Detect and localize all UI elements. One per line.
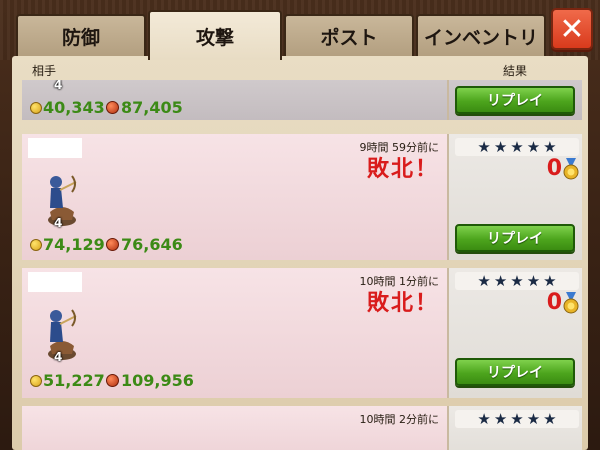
battle-result: 敗北！ <box>366 291 439 316</box>
star-icon: ★ <box>510 271 524 290</box>
list-item: 9時間 59分前に 敗北！ 4 74,129 76,646 ★ ★ ★ ★ ★ … <box>22 134 582 260</box>
result-area: リプレイ <box>447 80 582 120</box>
result-area: ★ ★ ★ ★ ★ <box>447 406 582 450</box>
troop-level: 4 <box>54 216 63 230</box>
elixir-loot: 109,956 <box>106 371 194 390</box>
column-header-result: 結果 <box>503 64 528 78</box>
star-rating: ★ ★ ★ ★ ★ <box>455 138 579 156</box>
gold-loot: 40,343 <box>30 98 105 117</box>
list-item: 4 40,343 87,405 リプレイ <box>22 80 582 120</box>
opponent-area: 10時間 1分前に 敗北！ 4 51,227 109,956 <box>22 268 447 398</box>
medal-icon <box>563 158 579 180</box>
replay-button[interactable]: リプレイ <box>455 358 575 386</box>
star-icon: ★ <box>477 271 491 290</box>
star-icon: ★ <box>510 137 524 156</box>
star-icon: ★ <box>477 137 491 156</box>
troop-level: 4 <box>54 80 63 92</box>
star-icon: ★ <box>510 409 524 428</box>
opponent-name-redacted <box>28 138 82 158</box>
star-icon: ★ <box>543 137 557 156</box>
opponent-area: 4 40,343 87,405 <box>22 80 447 120</box>
replay-button[interactable]: リプレイ <box>455 224 575 252</box>
medal-count: 0 <box>546 156 562 181</box>
elixir-drop-icon <box>106 374 119 387</box>
tab-inventory[interactable]: インベントリ <box>416 14 546 56</box>
list-item: 10時間 2分前に ★ ★ ★ ★ ★ <box>22 406 582 450</box>
opponent-area: 10時間 2分前に <box>22 406 447 450</box>
star-icon: ★ <box>493 137 508 156</box>
close-icon: ✕ <box>559 11 585 47</box>
star-icon: ★ <box>477 409 491 428</box>
battle-log-list[interactable]: 4 40,343 87,405 リプレイ 9時間 59分前に 敗北！ 4 74,… <box>22 80 582 450</box>
elixir-loot: 87,405 <box>106 98 183 117</box>
star-icon: ★ <box>493 409 508 428</box>
star-icon: ★ <box>526 137 541 156</box>
opponent-area: 9時間 59分前に 敗北！ 4 74,129 76,646 <box>22 134 447 260</box>
replay-button[interactable]: リプレイ <box>455 86 575 114</box>
star-icon: ★ <box>543 271 557 290</box>
elixir-drop-icon <box>106 101 119 114</box>
list-item: 10時間 1分前に 敗北！ 4 51,227 109,956 ★ ★ ★ ★ ★… <box>22 268 582 398</box>
medal-count: 0 <box>546 290 562 315</box>
close-button[interactable]: ✕ <box>551 8 593 50</box>
gold-coin-icon <box>30 238 42 251</box>
gold-loot: 74,129 <box>30 235 105 254</box>
tab-defense[interactable]: 防御 <box>16 14 146 56</box>
opponent-name-redacted <box>28 272 82 292</box>
star-icon: ★ <box>543 409 557 428</box>
gold-coin-icon <box>30 101 42 114</box>
troop-level: 4 <box>54 350 63 364</box>
star-icon: ★ <box>526 409 541 428</box>
medal-icon <box>563 292 579 314</box>
star-rating: ★ ★ ★ ★ ★ <box>455 272 579 290</box>
star-icon: ★ <box>493 271 508 290</box>
gold-loot: 51,227 <box>30 371 105 390</box>
battle-result: 敗北！ <box>366 157 439 182</box>
tab-post[interactable]: ポスト <box>284 14 414 56</box>
star-icon: ★ <box>526 271 541 290</box>
result-area: ★ ★ ★ ★ ★ 0 リプレイ <box>447 134 582 260</box>
star-rating: ★ ★ ★ ★ ★ <box>455 410 579 428</box>
elixir-loot: 76,646 <box>106 235 183 254</box>
column-header-opponent: 相手 <box>32 64 57 78</box>
result-area: ★ ★ ★ ★ ★ 0 リプレイ <box>447 268 582 398</box>
tab-attack[interactable]: 攻撃 <box>148 10 282 60</box>
elixir-drop-icon <box>106 238 119 251</box>
battle-time: 10時間 2分前に <box>359 413 440 426</box>
gold-coin-icon <box>30 374 42 387</box>
